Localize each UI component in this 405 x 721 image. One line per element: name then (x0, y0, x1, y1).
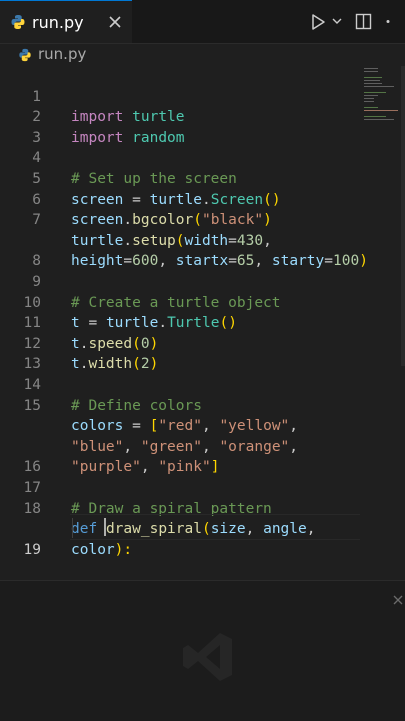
tab-bar: run.py (0, 0, 405, 44)
breadcrumb: run.py (0, 44, 405, 66)
code-line: 15 colors = ["red", "yellow", (0, 375, 360, 435)
code-line: 5 screen = turtle.Screen() (0, 148, 360, 208)
vscode-logo-icon (183, 633, 232, 681)
code-line: 14 # Define colors (0, 354, 360, 414)
token: color (71, 541, 115, 558)
indent-guide (72, 518, 73, 538)
code-line-wrapped: "blue", "green", "orange", (0, 396, 360, 455)
chevron-down-icon[interactable] (332, 17, 342, 25)
python-file-icon (19, 48, 31, 62)
code-line: 9 # Create a turtle object (0, 251, 360, 311)
code-line: 12 t.width(2) (0, 313, 360, 373)
token: ): (114, 541, 133, 558)
tab-label: run.py (32, 13, 84, 32)
text-cursor (104, 518, 106, 536)
editor-tab-run-py[interactable]: run.py (0, 0, 132, 43)
code-line: 4 # Set up the screen (0, 128, 360, 187)
python-file-icon (11, 15, 25, 29)
code-line: 6 screen.bgcolor("black") (0, 169, 360, 229)
empty-panel (0, 580, 405, 721)
code-line: 7 turtle.setup(width=430, (0, 190, 360, 249)
code-line: 17 # Draw a spiral pattern (0, 457, 360, 517)
split-editor-icon[interactable] (355, 13, 372, 30)
code-line-wrapped: height=600, startx=65, starty=100) (0, 210, 368, 269)
code-line: 3 (0, 107, 360, 146)
code-line: 10 t = turtle.Turtle() (0, 272, 360, 332)
vertical-scrollbar[interactable] (401, 66, 405, 366)
code-line: 16 (0, 437, 360, 475)
code-editor[interactable]: 1 import turtle 2 import random 3 4 # Se… (0, 66, 405, 576)
minimap[interactable] (362, 66, 400, 126)
code-line-current: 19 (0, 519, 360, 558)
code-line: 2 import random (0, 87, 360, 146)
close-icon[interactable] (393, 595, 403, 605)
token: ) (359, 253, 368, 270)
code-line: 11 t.speed(0) (0, 293, 360, 352)
close-icon[interactable] (106, 13, 124, 31)
code-line: 8 (0, 231, 360, 269)
more-actions-icon[interactable] (385, 13, 405, 30)
code-line: 13 (0, 334, 360, 372)
code-line-wrapped: "purple", "pink"] (0, 416, 360, 475)
code-line: 1 import turtle (0, 66, 360, 126)
breadcrumb-file[interactable]: run.py (38, 45, 86, 63)
run-icon[interactable] (310, 13, 326, 31)
code-line: 18 def draw_spiral(size, angle, (0, 478, 360, 538)
line-number: 19 (23, 541, 41, 558)
